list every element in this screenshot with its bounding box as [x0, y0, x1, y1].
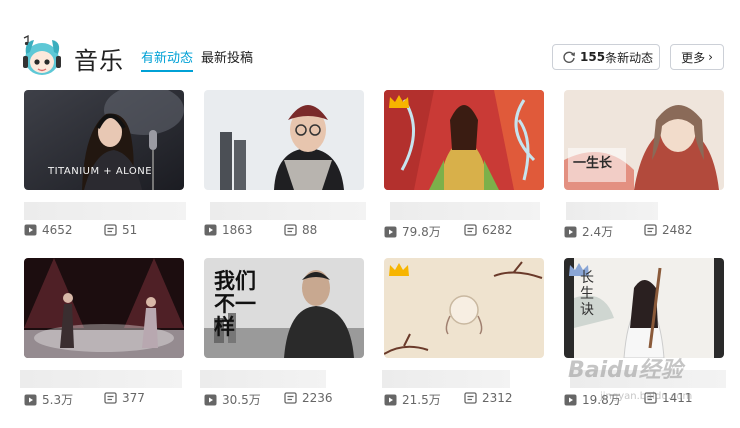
comment-icon [644, 224, 657, 236]
play-icon [384, 226, 397, 237]
more-button[interactable]: 更多 › [670, 44, 724, 70]
video-thumbnail[interactable] [204, 90, 364, 190]
play-count: 21.5万 [384, 391, 441, 408]
comment-icon [464, 392, 477, 404]
comment-icon [104, 224, 117, 236]
video-stats: 30.5万 2236 [204, 391, 374, 407]
thumbnail-text: 一生长 [573, 156, 613, 171]
video-thumbnail[interactable]: 长生诀 [564, 258, 724, 358]
tab-latest-posts[interactable]: 最新投稿 [201, 47, 253, 66]
video-thumbnail[interactable]: 我们不一样 [204, 258, 364, 358]
play-icon [24, 394, 37, 405]
crown-icon [389, 263, 409, 276]
comment-count: 2482 [644, 223, 693, 237]
comment-icon [284, 392, 297, 404]
baidu-watermark-url: jingyan.baidu.com [600, 391, 693, 402]
video-title-redacted[interactable] [382, 370, 510, 388]
comment-icon [464, 224, 477, 236]
thumbnail-text: 长生诀 [580, 270, 594, 318]
play-icon [204, 394, 217, 405]
video-title-redacted[interactable] [210, 202, 366, 220]
play-icon [24, 224, 37, 236]
baidu-watermark: Baidu经验 [568, 358, 683, 383]
play-count: 5.3万 [24, 391, 73, 408]
comment-count: 2312 [464, 391, 513, 405]
video-title-redacted[interactable] [200, 370, 326, 388]
section-title: 音乐 [74, 47, 124, 75]
mascot-logo-icon [23, 34, 61, 75]
video-stats: 5.3万 377 [24, 391, 194, 407]
video-thumbnail[interactable] [384, 90, 544, 190]
tab-new-activity[interactable]: 有新动态 [141, 47, 194, 72]
play-count: 1863 [204, 223, 253, 237]
video-stats: 4652 51 [24, 223, 194, 239]
video-stats: 2.4万 2482 [564, 223, 734, 239]
comment-count: 377 [104, 391, 145, 405]
video-thumbnail[interactable]: TITANIUM + ALONE [24, 90, 184, 190]
comment-icon [104, 392, 117, 404]
refresh-activity-button[interactable]: 155 条新动态 [552, 44, 660, 70]
video-title-redacted[interactable] [20, 370, 182, 388]
play-count: 30.5万 [204, 391, 261, 408]
thumbnail-text: 我们不一样 [214, 269, 256, 339]
play-count: 79.8万 [384, 223, 441, 240]
refresh-count: 155 [580, 50, 606, 64]
thumbnail-caption: TITANIUM + ALONE [48, 166, 153, 177]
play-count: 4652 [24, 223, 73, 237]
video-stats: 21.5万 2312 [384, 391, 554, 407]
video-stats: 79.8万 6282 [384, 223, 554, 239]
video-thumbnail[interactable] [24, 258, 184, 358]
comment-count: 51 [104, 223, 137, 237]
video-thumbnail[interactable] [384, 258, 544, 358]
section-header: 音乐 有新动态 最新投稿 155 条新动态 更多 › [0, 0, 740, 86]
refresh-label: 条新动态 [605, 50, 654, 65]
refresh-icon [563, 51, 575, 63]
comment-count: 2236 [284, 391, 333, 405]
video-title-redacted[interactable] [566, 202, 658, 220]
chevron-right-icon: › [708, 50, 713, 64]
video-title-redacted[interactable] [390, 202, 540, 220]
video-stats: 1863 88 [204, 223, 374, 239]
play-count: 2.4万 [564, 223, 613, 240]
video-title-redacted[interactable] [24, 202, 186, 220]
comment-count: 88 [284, 223, 317, 237]
play-icon [204, 224, 217, 236]
play-icon [564, 226, 577, 237]
comment-icon [284, 224, 297, 236]
more-label: 更多 [681, 50, 706, 65]
crown-icon [389, 95, 409, 108]
play-icon [564, 394, 577, 405]
play-icon [384, 394, 397, 405]
video-thumbnail[interactable]: 一生长 [564, 90, 724, 190]
comment-count: 6282 [464, 223, 513, 237]
